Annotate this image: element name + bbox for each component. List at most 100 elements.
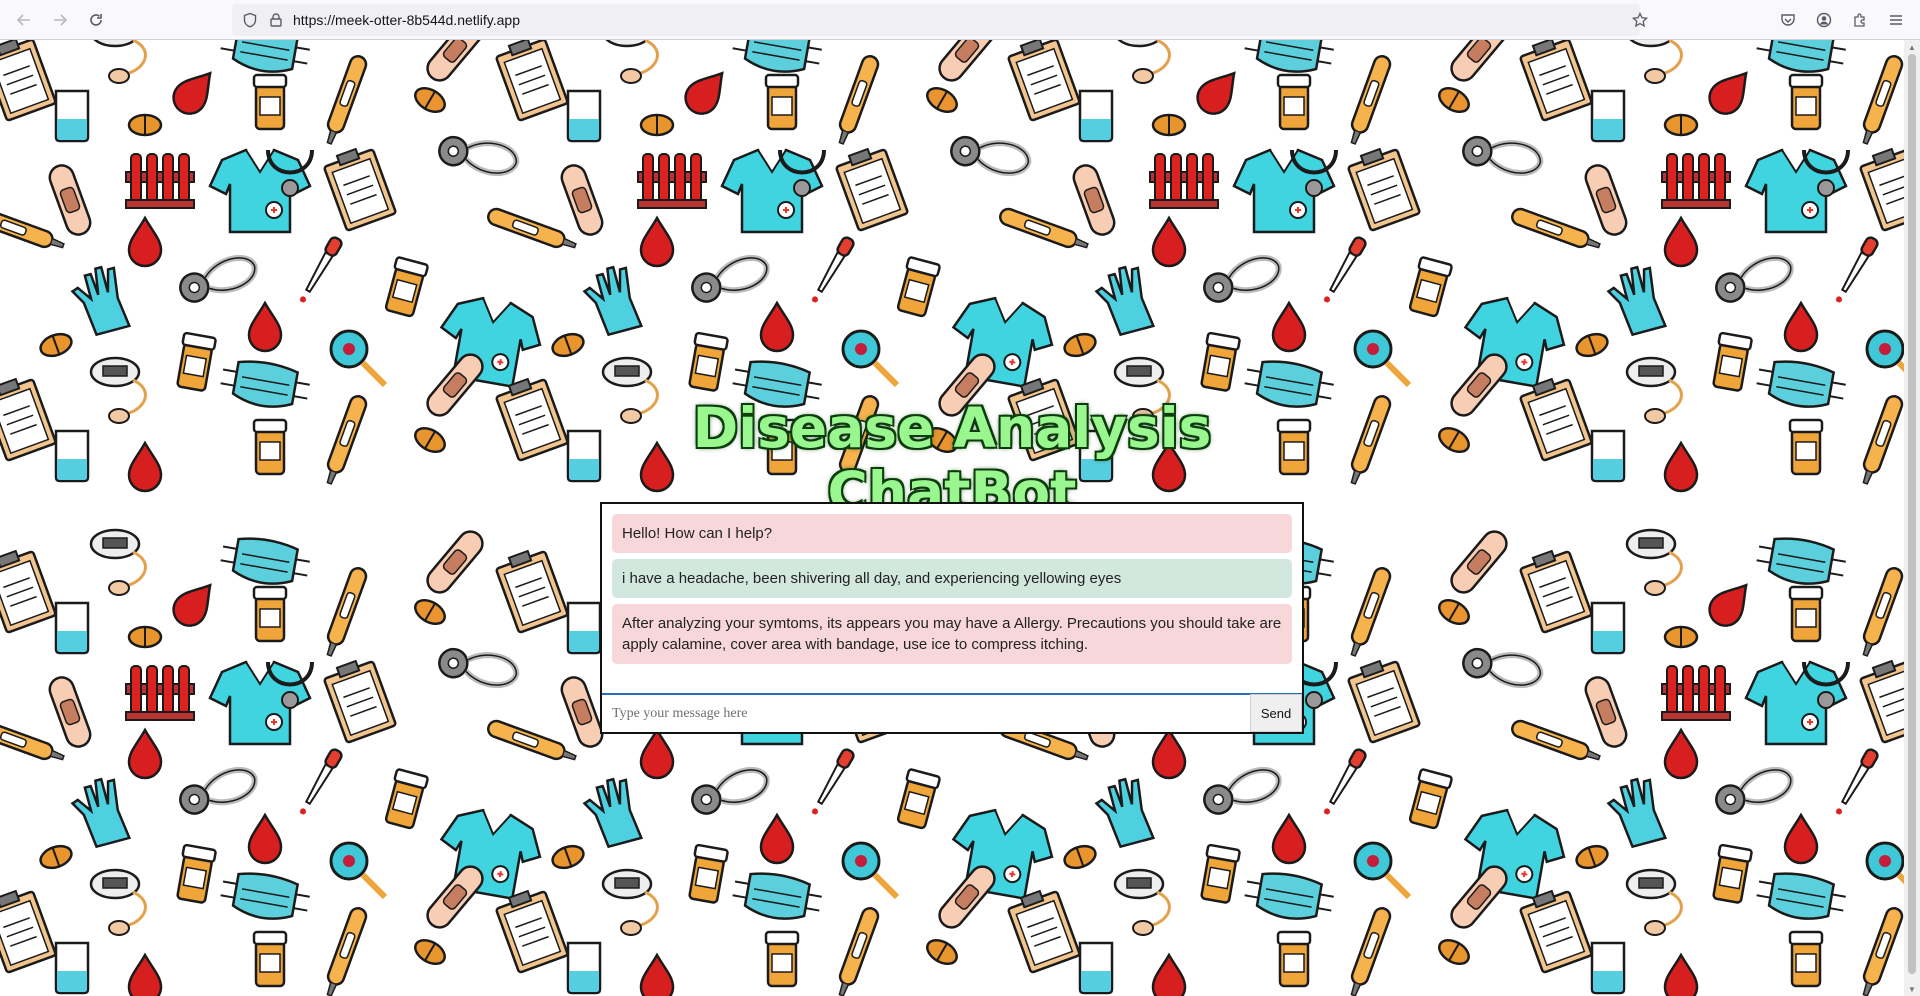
pill-bottle-icon [1276,73,1312,131]
blood-drop-icon [639,952,675,996]
message-input[interactable] [604,695,1242,732]
blood-pressure-monitor-icon [601,868,659,936]
dropper-icon [1324,748,1367,815]
blood-drop-icon [759,812,795,865]
test-tube-rack-icon [1661,665,1731,721]
beaker-icon [566,89,602,143]
lock-icon[interactable] [264,8,288,32]
pill-bottle-icon [252,585,288,643]
clipboard-icon [1007,889,1081,974]
pill-icon [39,332,73,358]
scroll-down-arrow-icon[interactable]: ▼ [1904,982,1920,996]
back-arrow-icon[interactable] [12,8,36,32]
head-mirror-icon [438,135,520,177]
pill-icon [926,938,958,966]
head-mirror-icon [438,647,520,689]
test-tube-rack-icon [1149,153,1219,209]
blood-drop-icon [1196,71,1236,115]
pill-icon [1438,598,1470,626]
blood-pressure-monitor-icon [89,528,147,596]
star-icon[interactable] [1628,8,1652,32]
forward-arrow-icon[interactable] [48,8,72,32]
extensions-icon[interactable] [1848,8,1872,32]
bandage-icon [1584,676,1628,748]
clipboard-icon [1859,147,1904,232]
pill-icon [551,844,585,870]
clipboard-icon [1859,659,1904,744]
vertical-scrollbar[interactable]: ▲ ▼ [1904,40,1920,996]
pill-icon [39,844,73,870]
clipboard-icon [1519,40,1593,122]
pill-icon [414,598,446,626]
send-button[interactable]: Send [1250,694,1302,732]
blood-drop-icon [1271,300,1307,353]
thermometer-icon [326,395,368,485]
hamburger-menu-icon[interactable] [1884,8,1908,32]
scroll-up-arrow-icon[interactable]: ▲ [1904,40,1920,54]
browser-toolbar: https://meek-otter-8b544d.netlify.app [0,0,1920,40]
beaker-icon [54,429,90,483]
pill-bottle-icon [1788,73,1824,131]
blood-pressure-monitor-icon [1629,40,1683,84]
blood-pressure-monitor-icon [89,868,147,936]
reload-icon[interactable] [84,8,108,32]
clipboard-icon [0,889,57,974]
blood-drop-icon [1271,812,1307,865]
scrollbar-thumb[interactable] [1908,54,1916,974]
pill-bottle-icon [384,768,429,830]
address-bar[interactable]: https://meek-otter-8b544d.netlify.app [232,4,1648,36]
beaker-icon [566,601,602,655]
magnifier-icon [1865,841,1904,885]
head-mirror-icon [691,254,770,303]
thermometer-icon [1862,395,1904,485]
gloves-icon [582,777,644,849]
surgical-mask-icon [1756,872,1846,920]
surgical-mask-icon [1244,872,1334,920]
thermometer-icon [1350,567,1392,657]
bot-message: Hello! How can I help? [612,514,1292,553]
head-mirror-icon [1715,254,1794,303]
test-tube-rack-icon [1661,153,1731,209]
account-icon[interactable] [1812,8,1836,32]
clipboard-icon [1347,659,1421,744]
bandage-icon [938,40,996,82]
pocket-icon[interactable] [1776,8,1800,32]
pill-bottle-icon [896,256,941,318]
message-list: Hello! How can I help? i have a headache,… [612,514,1292,670]
blood-pressure-monitor-icon [1625,356,1683,424]
pill-bottle-icon [1788,585,1824,643]
bandage-icon [48,164,92,236]
thermometer-icon [1350,55,1392,145]
thermometer-icon [1862,55,1904,145]
gloves-icon [70,265,132,337]
head-mirror-icon [1462,647,1544,689]
pill-icon [414,426,446,454]
magnifier-icon [1353,841,1412,900]
blood-pressure-monitor-icon [89,356,147,424]
bot-message: After analyzing your symtoms, its appear… [612,604,1292,664]
gloves-icon [70,777,132,849]
pill-icon [1063,332,1097,358]
pill-icon [1663,113,1699,137]
blood-drop-icon [127,440,163,493]
bandage-icon [1072,164,1116,236]
shield-icon[interactable] [238,8,262,32]
test-tube-rack-icon [125,153,195,209]
thermometer-icon [1350,395,1392,485]
chat-window: Hello! How can I help? i have a headache,… [600,502,1304,734]
blood-drop-icon [759,300,795,353]
head-mirror-icon [1462,135,1544,177]
url-text[interactable]: https://meek-otter-8b544d.netlify.app [293,12,520,28]
clipboard-icon [0,377,57,462]
pill-icon [414,86,446,114]
beaker-icon [1590,941,1626,995]
dropper-icon [300,236,343,303]
pill-bottle-icon [688,331,729,392]
thermometer-icon [487,207,577,249]
bandage-icon [1450,530,1508,594]
magnifier-icon [329,841,388,900]
pill-icon [1663,625,1699,649]
beaker-icon [1078,89,1114,143]
pill-bottle-icon [1712,843,1753,904]
beaker-icon [54,601,90,655]
